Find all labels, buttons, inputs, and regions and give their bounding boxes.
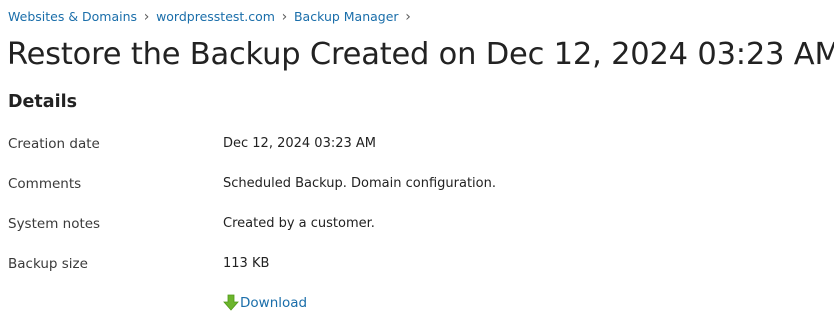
chevron-right-icon: › — [405, 9, 411, 25]
detail-label: Comments — [8, 176, 82, 192]
detail-value: Created by a customer. — [223, 216, 375, 231]
download-link[interactable]: Download — [223, 293, 307, 313]
detail-row-system-notes: System notes Created by a customer. — [0, 214, 834, 234]
breadcrumb-websites-domains[interactable]: Websites & Domains — [8, 9, 137, 25]
details-heading: Details — [8, 92, 77, 112]
detail-label: Creation date — [8, 136, 100, 152]
detail-value: 113 KB — [223, 256, 270, 271]
download-arrow-icon — [223, 294, 239, 312]
detail-label: System notes — [8, 216, 101, 232]
page-title: Restore the Backup Created on Dec 12, 20… — [7, 37, 834, 72]
detail-value: Dec 12, 2024 03:23 AM — [223, 136, 377, 151]
detail-value: Scheduled Backup. Domain configuration. — [223, 176, 496, 191]
detail-row-creation-date: Creation date Dec 12, 2024 03:23 AM — [0, 134, 834, 154]
detail-label: Backup size — [8, 256, 88, 272]
download-label: Download — [240, 295, 308, 311]
chevron-right-icon: › — [281, 9, 288, 25]
detail-row-backup-size: Backup size 113 KB — [0, 254, 834, 274]
detail-row-comments: Comments Scheduled Backup. Domain config… — [0, 174, 834, 194]
backup-restore-page: Websites & Domains › wordpresstest.com ›… — [0, 0, 834, 333]
breadcrumb-backup-manager[interactable]: Backup Manager — [294, 9, 399, 25]
chevron-right-icon: › — [143, 9, 150, 25]
breadcrumb: Websites & Domains › wordpresstest.com ›… — [8, 9, 418, 25]
breadcrumb-domain[interactable]: wordpresstest.com — [156, 9, 275, 25]
